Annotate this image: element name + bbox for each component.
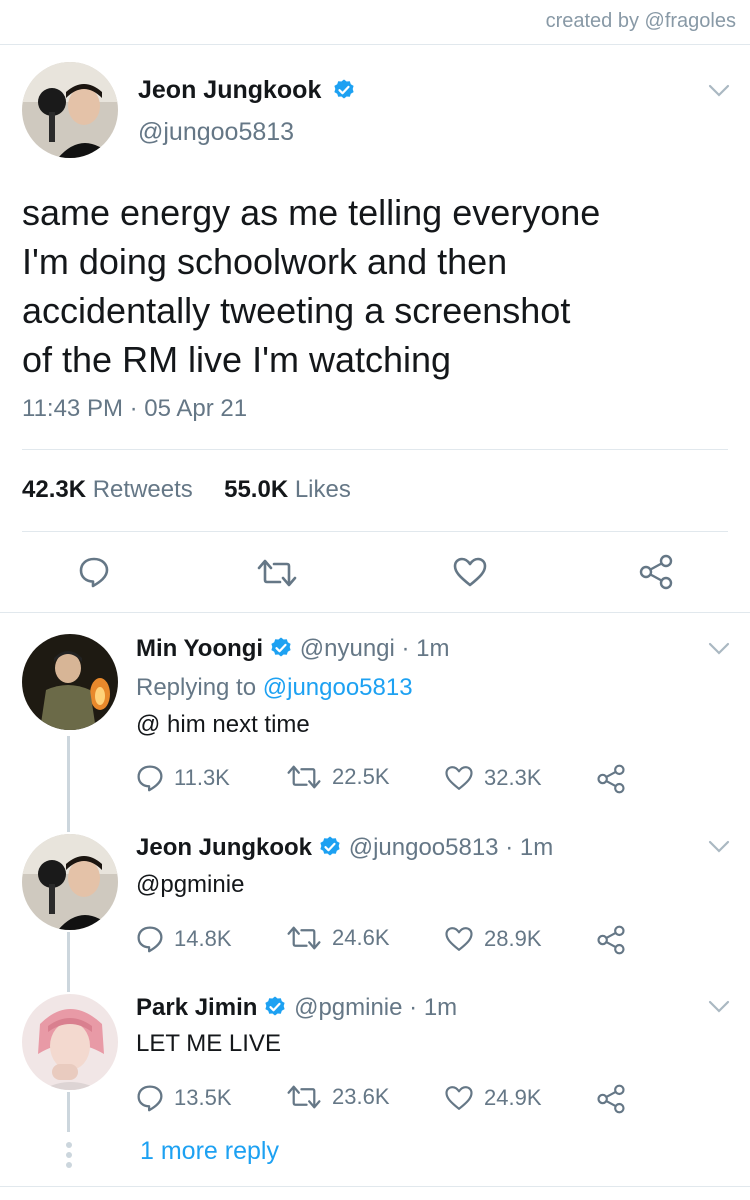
replying-to-link[interactable]: @jungoo5813 [263,674,413,701]
chevron-down-icon[interactable] [708,1000,730,1014]
reply-icon [137,926,163,953]
like-icon [445,927,473,951]
mention-link[interactable]: @pgminie [136,871,244,899]
share-icon[interactable] [596,925,626,955]
reply-author-name[interactable]: Jeon Jungkook [136,834,312,861]
thread-dot [66,1142,72,1148]
chevron-down-icon[interactable] [708,84,730,98]
reply-action[interactable]: 13.5K [136,1084,232,1112]
verified-icon [320,836,340,856]
share-icon[interactable] [596,764,626,794]
like-action[interactable]: 28.9K [444,925,542,953]
tweet-text-line: same energy as me telling everyone [22,192,601,233]
tweet-time: 11:43 PM [22,395,123,422]
reply-author-handle[interactable]: @jungoo5813 · 1m [349,834,554,861]
tweet-text-line: of the RM live I'm watching [22,339,452,380]
author-name[interactable]: Jeon Jungkook [138,76,321,104]
retweet-icon[interactable] [256,558,298,588]
tweet-text-line: I'm doing schoolwork and then [22,241,508,282]
divider [22,531,728,532]
like-icon [445,1086,473,1110]
thread-dot [66,1162,72,1168]
likes-count: 55.0K [224,476,289,503]
like-action[interactable]: 24.9K [444,1084,542,1112]
reply-text: LET ME LIVE [136,1030,281,1057]
like-action[interactable]: 32.3K [444,764,542,792]
tweet-text: same energy as me telling everyone I'm d… [22,188,722,384]
avatar[interactable] [22,994,118,1090]
reply-action[interactable]: 14.8K [136,925,232,953]
share-icon[interactable] [638,554,674,590]
verified-icon [265,996,286,1016]
retweet-action[interactable]: 23.6K [286,1084,390,1110]
thread-line [67,932,70,992]
chevron-down-icon[interactable] [708,642,730,656]
replying-to: Replying to @jungoo5813 [136,674,413,702]
retweet-icon [287,765,321,789]
reply-count: 14.8K [174,926,232,951]
chevron-down-icon[interactable] [708,840,730,854]
reply-author-name[interactable]: Min Yoongi [136,635,263,662]
like-count: 32.3K [484,765,542,790]
tweet-stats: 42.3K Retweets 55.0K Likes [22,476,351,504]
retweets-count: 42.3K [22,476,87,503]
likes-label: Likes [294,476,351,503]
retweet-count: 24.6K [332,925,390,950]
like-count: 24.9K [484,1085,542,1110]
retweet-action[interactable]: 24.6K [286,925,390,951]
reply-author-handle[interactable]: @nyungi · 1m [300,635,450,662]
reply-count: 11.3K [174,765,230,790]
tweet-timestamp[interactable]: 11:43 PM · 05 Apr 21 [22,395,247,423]
divider [0,1186,750,1187]
retweet-icon [287,926,321,950]
divider [0,612,750,613]
retweets-stat[interactable]: 42.3K Retweets [22,476,193,503]
reply-header: Park Jimin @pgminie · 1m [136,993,457,1023]
replying-prefix: Replying to [136,674,263,701]
avatar[interactable] [22,634,118,730]
reply-count: 13.5K [174,1085,232,1110]
reply-action[interactable]: 11.3K [136,764,230,792]
retweet-count: 22.5K [332,764,390,789]
like-count: 28.9K [484,926,542,951]
retweets-label: Retweets [92,476,193,503]
like-icon [445,766,473,790]
thread-line [67,736,70,832]
thread-dot [66,1152,72,1158]
meta-separator: · [129,395,138,422]
more-replies-link[interactable]: 1 more reply [140,1137,279,1166]
reply-author-name[interactable]: Park Jimin [136,994,257,1021]
reply-header: Min Yoongi @nyungi · 1m [136,634,450,664]
tweet-text-line: accidentally tweeting a screenshot [22,290,571,331]
reply-header: Jeon Jungkook @jungoo5813 · 1m [136,833,553,863]
author-line: Jeon Jungkook [138,76,356,105]
reply-text: @ him next time [136,711,310,738]
retweet-icon [287,1085,321,1109]
tweet-date: 05 Apr 21 [144,395,248,422]
verified-icon [271,637,291,657]
retweet-action[interactable]: 22.5K [286,764,390,790]
verified-icon [334,79,354,99]
credit-text: created by @fragoles [545,10,736,32]
divider [0,44,750,45]
reply-icon [137,765,163,792]
like-icon[interactable] [452,556,488,588]
reply-icon[interactable] [78,556,110,588]
author-handle[interactable]: @jungoo5813 [138,118,294,147]
retweet-count: 23.6K [332,1084,390,1109]
share-icon[interactable] [596,1084,626,1114]
avatar[interactable] [22,834,118,930]
likes-stat[interactable]: 55.0K Likes [224,476,351,503]
divider [22,449,728,450]
avatar[interactable] [22,62,118,158]
thread-line [67,1092,70,1132]
reply-author-handle[interactable]: @pgminie · 1m [294,994,457,1021]
reply-icon [137,1085,163,1112]
